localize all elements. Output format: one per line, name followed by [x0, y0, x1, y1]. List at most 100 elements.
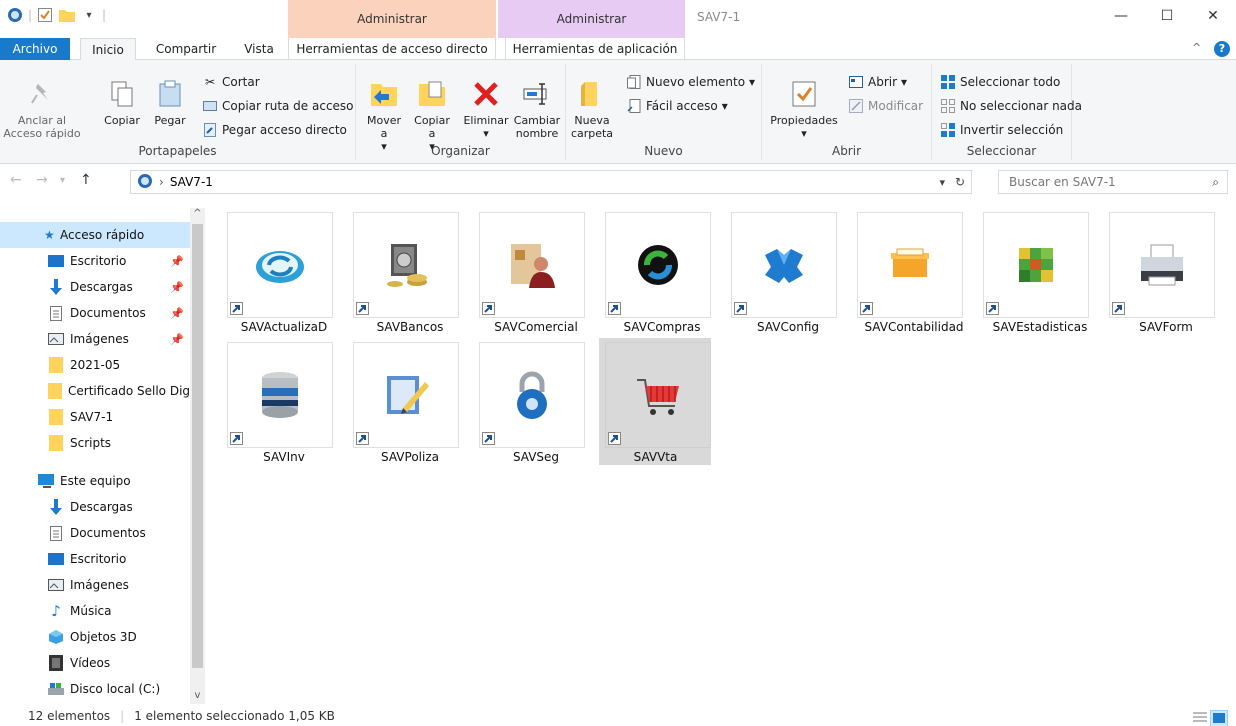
shortcut-arrow-icon — [482, 302, 495, 315]
nav-item-pictures[interactable]: Imágenes 📌 — [0, 326, 190, 352]
navigation-scrollbar[interactable]: ^ v — [190, 208, 205, 704]
move-to-button[interactable]: Mover a ▾ — [362, 78, 406, 153]
edit-button[interactable]: Modificar — [848, 98, 923, 114]
copy-path-button[interactable]: Copiar ruta de acceso — [202, 98, 354, 114]
new-folder-button[interactable]: Nueva carpeta — [570, 78, 614, 140]
nav-item-downloads[interactable]: Descargas 📌 — [0, 274, 190, 300]
pin-icon[interactable]: 📌 — [170, 281, 184, 294]
open-button[interactable]: Abrir ▾ — [848, 74, 907, 90]
copy-to-label: Copiar a — [414, 114, 450, 140]
delete-x-icon — [470, 78, 502, 110]
address-bar[interactable]: › SAV7-1 ▾ ↻ — [130, 170, 972, 194]
group-open: Propiedades ▾ Abrir ▾ Modificar Abrir — [762, 64, 932, 160]
file-item[interactable]: SAVPoliza — [341, 338, 466, 464]
file-item[interactable]: SAVEstadisticas — [971, 208, 1096, 334]
copy-to-button[interactable]: Copiar a ▾ — [410, 78, 454, 153]
pin-icon[interactable]: 📌 — [170, 333, 184, 346]
window-title: SAV7-1 — [697, 10, 741, 24]
nav-item-folder[interactable]: 2021-05 — [0, 352, 190, 378]
recent-locations-chevron-icon[interactable]: ▾ — [60, 175, 65, 186]
file-item[interactable]: SAVContabilidad — [845, 208, 970, 334]
pin-icon[interactable]: 📌 — [170, 307, 184, 320]
scroll-down-icon[interactable]: v — [192, 690, 203, 701]
nav-pc-pictures[interactable]: Imágenes — [0, 572, 190, 598]
file-thumbnail — [1109, 212, 1215, 318]
nav-pc-downloads[interactable]: Descargas — [0, 494, 190, 520]
easy-access-button[interactable]: Fácil acceso ▾ — [626, 98, 728, 114]
collapse-ribbon-icon[interactable]: ^ — [1192, 41, 1201, 54]
tab-app-tools[interactable]: Herramientas de aplicación — [505, 38, 685, 60]
delete-label: Eliminar — [463, 114, 509, 127]
file-item[interactable]: SAVInv — [215, 338, 340, 464]
file-thumbnail — [479, 342, 585, 448]
back-arrow-icon[interactable]: ← — [10, 172, 22, 188]
file-item[interactable]: SAVSeg — [467, 338, 592, 464]
pin-icon[interactable]: 📌 — [170, 255, 184, 268]
tab-file[interactable]: Archivo — [0, 38, 70, 60]
paste-button[interactable]: Pegar — [148, 78, 192, 127]
nav-pc-videos[interactable]: Vídeos — [0, 650, 190, 676]
padlock-icon — [517, 371, 547, 419]
forward-arrow-icon[interactable]: → — [36, 172, 48, 188]
address-dropdown-icon[interactable]: ▾ — [939, 176, 945, 189]
scrollbar-thumb[interactable] — [192, 224, 203, 668]
nav-item-folder[interactable]: Certificado Sello Digital — [0, 378, 190, 404]
rename-button[interactable]: Cambiar nombre — [512, 78, 562, 140]
new-item-button[interactable]: Nuevo elemento ▾ — [626, 74, 755, 90]
nav-item-documents[interactable]: Documentos 📌 — [0, 300, 190, 326]
close-button[interactable]: ✕ — [1190, 0, 1236, 32]
large-icons-view-icon[interactable] — [1210, 710, 1228, 726]
customize-qat-icon[interactable]: ▾ — [80, 6, 98, 24]
invert-selection-button[interactable]: Invertir selección — [940, 122, 1063, 138]
safe-coins-icon — [387, 244, 427, 287]
breadcrumb-path[interactable]: SAV7-1 — [170, 175, 213, 189]
properties-button[interactable]: Propiedades ▾ — [764, 78, 844, 140]
nav-item-folder[interactable]: Scripts — [0, 430, 190, 456]
minimize-button[interactable]: — — [1098, 0, 1144, 32]
tab-shortcut-tools[interactable]: Herramientas de acceso directo — [288, 38, 496, 60]
file-item[interactable]: SAVCompras — [593, 208, 718, 334]
delete-button[interactable]: Eliminar ▾ — [460, 78, 512, 140]
nav-pc-3d-objects[interactable]: Objetos 3D — [0, 624, 190, 650]
new-folder-icon[interactable] — [58, 6, 76, 24]
up-arrow-icon[interactable]: ↑ — [80, 172, 92, 188]
pin-quick-access-button[interactable]: Anclar al Acceso rápido — [2, 78, 82, 140]
search-input[interactable]: Buscar en SAV7-1 ⌕ — [998, 170, 1228, 194]
nav-label: Descargas — [70, 280, 133, 294]
refresh-disc-icon — [256, 251, 304, 283]
refresh-icon[interactable]: ↻ — [955, 175, 965, 189]
file-name: SAVComercial — [494, 320, 578, 334]
copy-button[interactable]: Copiar — [100, 78, 144, 127]
paste-shortcut-button[interactable]: Pegar acceso directo — [202, 122, 347, 138]
help-icon[interactable]: ? — [1214, 41, 1230, 57]
select-all-button[interactable]: Seleccionar todo — [940, 74, 1060, 90]
file-item[interactable]: SAVConfig — [719, 208, 844, 334]
nav-pc-documents[interactable]: Documentos — [0, 520, 190, 546]
properties-check-icon[interactable] — [36, 6, 54, 24]
nav-quick-access[interactable]: ★ Acceso rápido — [0, 222, 190, 248]
details-view-icon[interactable] — [1192, 710, 1208, 726]
cut-button[interactable]: ✂ Cortar — [202, 74, 260, 90]
scroll-up-icon[interactable]: ^ — [192, 208, 203, 219]
maximize-button[interactable]: ☐ — [1144, 0, 1190, 32]
file-thumbnail — [479, 212, 585, 318]
nav-this-pc[interactable]: Este equipo — [0, 468, 190, 494]
nav-pc-local-disk[interactable]: Disco local (C:) — [0, 676, 190, 702]
nav-item-folder[interactable]: SAV7-1 — [0, 404, 190, 430]
nav-pc-desktop[interactable]: Escritorio — [0, 546, 190, 572]
file-item-selected[interactable]: SAVVta — [593, 338, 718, 465]
search-icon[interactable]: ⌕ — [1212, 175, 1219, 190]
nav-pc-music[interactable]: ♪ Música — [0, 598, 190, 624]
nav-item-desktop[interactable]: Escritorio 📌 — [0, 248, 190, 274]
tab-share[interactable]: Compartir — [146, 38, 226, 60]
dropdown-caret-icon: ▾ — [801, 127, 807, 140]
sync-arrows-icon — [638, 245, 678, 285]
select-none-button[interactable]: No seleccionar nada — [940, 98, 1082, 114]
pictures-icon — [48, 577, 64, 593]
file-item[interactable]: SAVBancos — [341, 208, 466, 334]
tab-home[interactable]: Inicio — [80, 38, 136, 61]
file-item[interactable]: SAVActualizaD — [215, 208, 340, 334]
file-item[interactable]: SAVComercial — [467, 208, 592, 334]
file-item[interactable]: SAVForm — [1097, 208, 1222, 334]
tab-view[interactable]: Vista — [234, 38, 284, 60]
